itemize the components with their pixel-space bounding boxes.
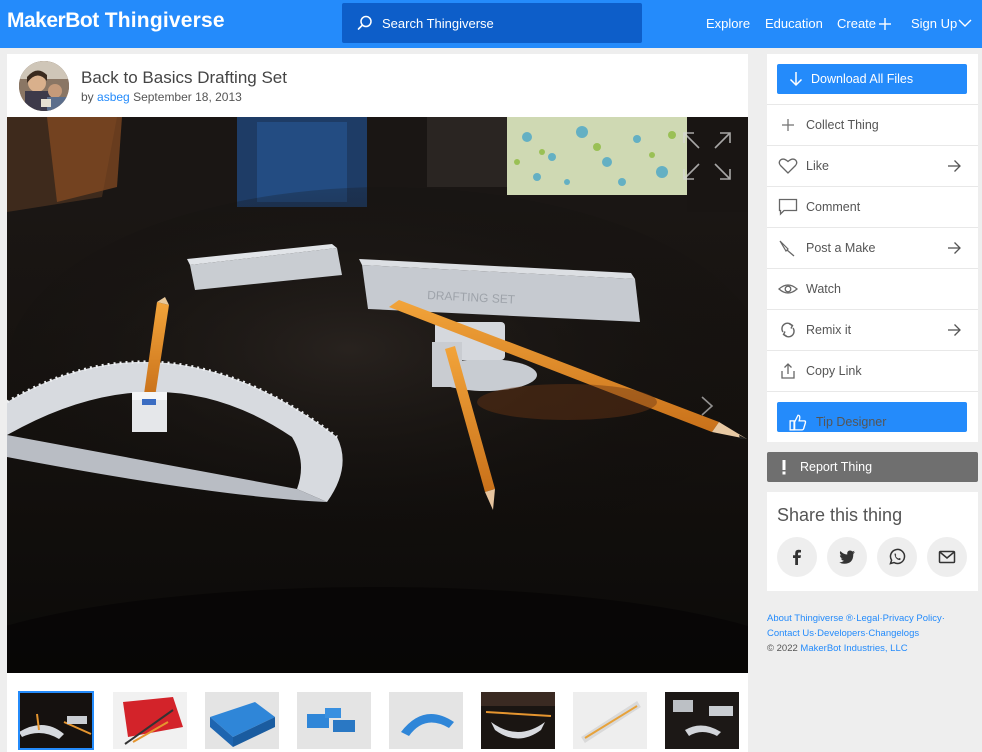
copy-link-action[interactable]: Copy Link: [767, 350, 978, 391]
like-action[interactable]: Like: [767, 145, 978, 186]
collect-thing-action[interactable]: Collect Thing: [767, 104, 978, 145]
thumbs-up-icon: [789, 414, 807, 431]
nav-create[interactable]: Create: [837, 16, 876, 31]
thumbnail-2[interactable]: [113, 692, 187, 749]
search-box[interactable]: Search Thingiverse: [342, 3, 642, 43]
thumbnail-1[interactable]: [18, 691, 94, 750]
byline: by asbeg September 18, 2013: [81, 90, 242, 104]
share-upload-icon: [781, 363, 795, 379]
eye-icon: [778, 284, 798, 294]
share-whatsapp-button[interactable]: [877, 537, 917, 577]
share-title: Share this thing: [777, 505, 903, 525]
nav-education[interactable]: Education: [765, 16, 823, 31]
thumbnail-7[interactable]: [573, 692, 647, 749]
tip-label: Tip Designer: [816, 415, 887, 429]
logo-makerbot: MakerBot: [7, 9, 99, 32]
drafting-set-photo: DRAFTING SET: [7, 117, 748, 673]
author-link[interactable]: asbeg: [97, 90, 130, 104]
publish-date: September 18, 2013: [133, 90, 242, 104]
site-footer: About Thingiverse ®·Legal·Privacy Policy…: [767, 613, 945, 654]
share-panel: Share this thing: [767, 492, 978, 591]
report-thing-button[interactable]: Report Thing: [767, 452, 978, 482]
next-image-arrow-icon[interactable]: [700, 395, 714, 417]
thumbnail-strip: [7, 673, 748, 752]
download-icon: [789, 72, 803, 87]
report-label: Report Thing: [800, 460, 873, 474]
search-icon: [357, 15, 372, 30]
main-thing-image[interactable]: DRAFTING SET: [7, 117, 748, 673]
thumbnail-3[interactable]: [205, 692, 279, 749]
makerbot-thingiverse-logo[interactable]: MakerBot Thingiverse: [7, 9, 225, 33]
share-email-button[interactable]: [927, 537, 967, 577]
share-twitter-button[interactable]: [827, 537, 867, 577]
post-make-label: Post a Make: [806, 241, 876, 255]
chevron-down-icon[interactable]: [958, 19, 972, 28]
remix-label: Remix it: [806, 323, 852, 337]
thing-main-card: Back to Basics Drafting Set by asbeg Sep…: [7, 54, 748, 752]
make-tool-icon: [779, 240, 795, 257]
exclamation-icon: [782, 460, 786, 475]
comment-action[interactable]: Comment: [767, 186, 978, 227]
nav-explore[interactable]: Explore: [706, 16, 750, 31]
like-label: Like: [806, 159, 829, 173]
page-title: Back to Basics Drafting Set: [81, 68, 287, 87]
arrow-right-icon: [948, 242, 961, 254]
thumbnail-5[interactable]: [389, 692, 463, 749]
thing-actions-panel: Download All Files Collect Thing Like Co…: [767, 54, 978, 442]
plus-icon: [782, 119, 794, 131]
share-facebook-button[interactable]: [777, 537, 817, 577]
watch-label: Watch: [806, 282, 841, 296]
plus-icon[interactable]: [878, 17, 892, 31]
thing-header: Back to Basics Drafting Set by asbeg Sep…: [7, 54, 748, 117]
email-icon: [938, 550, 956, 564]
remix-icon: [781, 322, 795, 338]
top-header: MakerBot Thingiverse Search Thingiverse E…: [0, 0, 982, 48]
twitter-icon: [839, 550, 855, 564]
download-all-files-button[interactable]: Download All Files: [777, 64, 967, 94]
arrow-right-icon: [948, 324, 961, 336]
footer-changelogs-link[interactable]: Changelogs: [868, 628, 919, 639]
footer-copyright: © 2022: [767, 643, 798, 654]
comment-label: Comment: [806, 200, 861, 214]
remix-action[interactable]: Remix it: [767, 309, 978, 350]
heart-icon: [778, 158, 798, 174]
whatsapp-icon: [889, 548, 906, 565]
thumbnail-4[interactable]: [297, 692, 371, 749]
thumbnail-8[interactable]: [665, 692, 739, 749]
facebook-icon: [793, 549, 801, 565]
footer-company-link[interactable]: MakerBot Industries, LLC: [800, 643, 907, 654]
search-placeholder: Search Thingiverse: [382, 16, 494, 31]
download-label: Download All Files: [811, 72, 914, 86]
post-a-make-action[interactable]: Post a Make: [767, 227, 978, 268]
byline-by: by: [81, 90, 94, 104]
nav-signup[interactable]: Sign Up: [911, 16, 957, 31]
logo-thingiverse: Thingiverse: [104, 9, 225, 32]
comment-icon: [778, 198, 798, 216]
copy-link-label: Copy Link: [806, 364, 862, 378]
thumbnail-6[interactable]: [481, 692, 555, 749]
avatar[interactable]: [19, 61, 69, 111]
footer-contact-link[interactable]: Contact Us: [767, 628, 814, 639]
arrow-right-icon: [948, 160, 961, 172]
footer-about-link[interactable]: About Thingiverse ®: [767, 613, 853, 624]
footer-privacy-link[interactable]: Privacy Policy: [883, 613, 942, 624]
footer-legal-link[interactable]: Legal: [856, 613, 879, 624]
fullscreen-expand-icon[interactable]: [682, 131, 732, 181]
footer-developers-link[interactable]: Developers: [817, 628, 865, 639]
tip-row: Tip Designer: [767, 391, 978, 442]
watch-action[interactable]: Watch: [767, 268, 978, 309]
tip-designer-button[interactable]: Tip Designer: [777, 402, 967, 432]
collect-label: Collect Thing: [806, 118, 879, 132]
